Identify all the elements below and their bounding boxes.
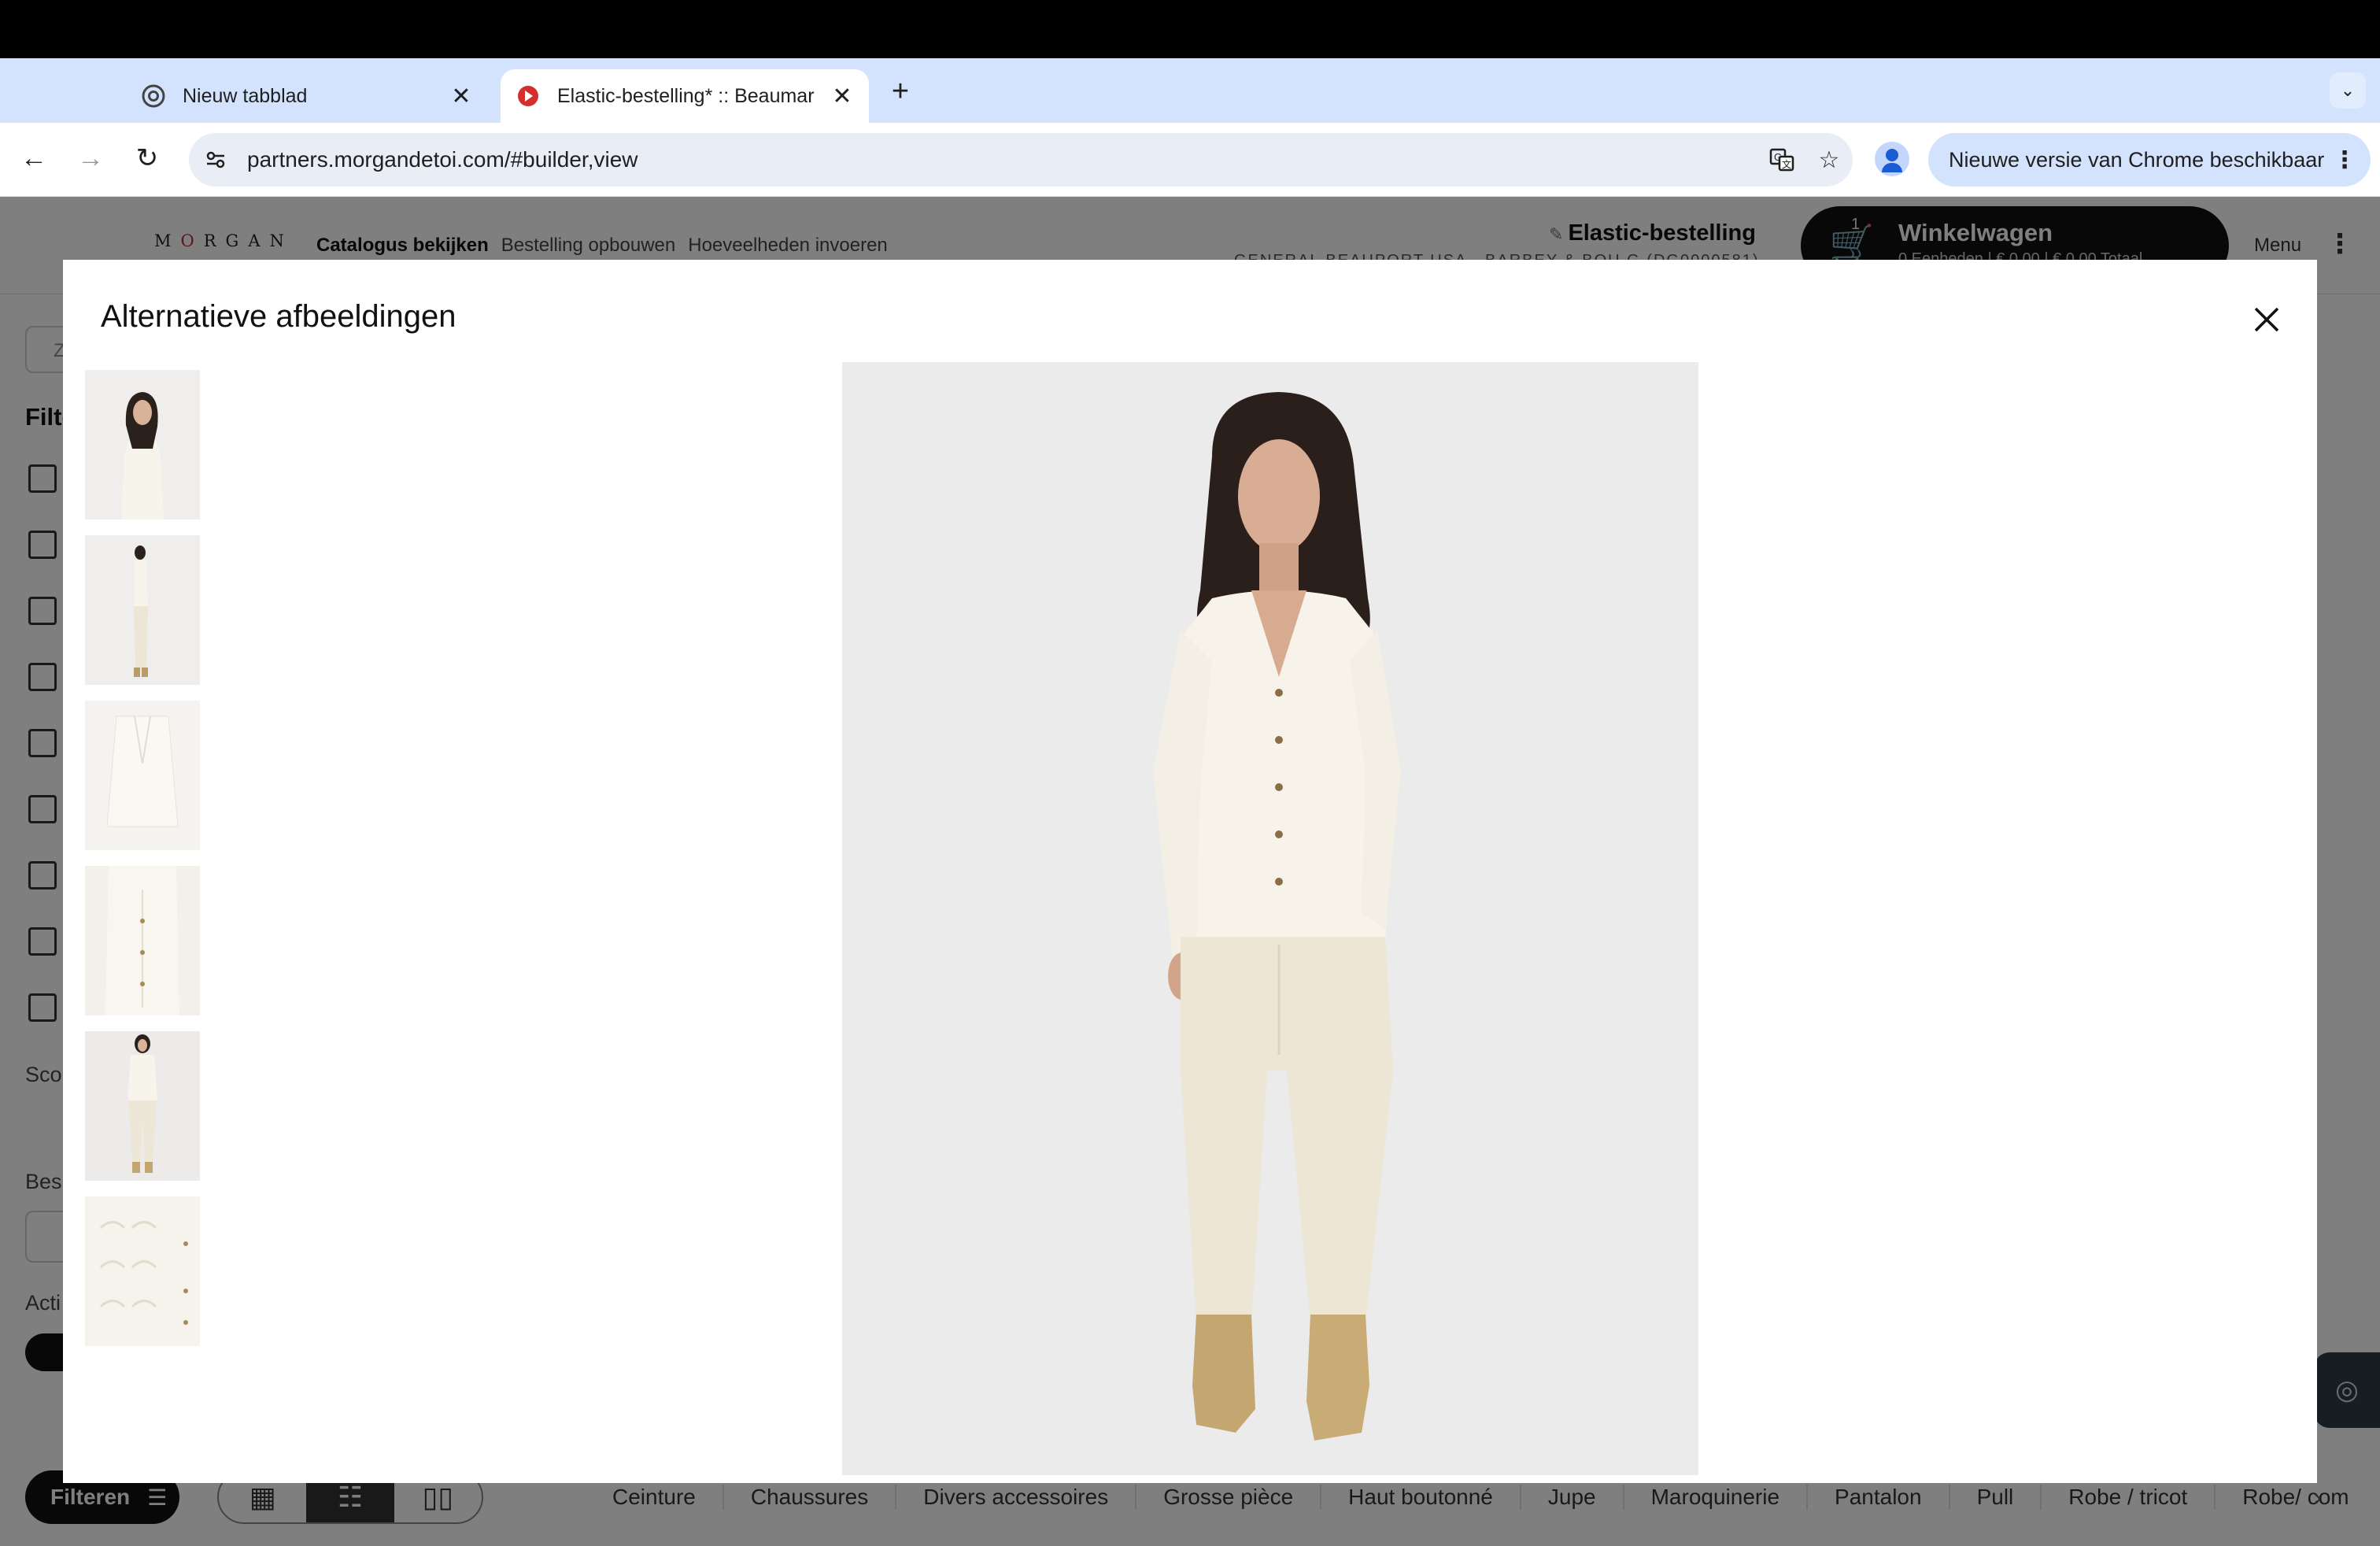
- modal-title: Alternatieve afbeeldingen: [101, 299, 456, 334]
- tab-close-icon[interactable]: ✕: [826, 80, 858, 112]
- alternative-images-modal: Alternatieve afbeeldingen: [63, 260, 2317, 1483]
- browser-toolbar: ← → ↻ partners.morgandetoi.com/#builder,…: [0, 123, 2380, 197]
- chrome-icon: [142, 84, 165, 108]
- tab-elastic-bestelling[interactable]: Elastic-bestelling* :: Beaumar ✕: [501, 69, 869, 123]
- chrome-update-button[interactable]: Nieuwe versie van Chrome beschikbaar ⋮: [1928, 133, 2371, 187]
- thumbnail-list: [85, 370, 201, 1362]
- reload-icon[interactable]: ↻: [128, 139, 167, 178]
- thumbnail-front-portrait[interactable]: [85, 370, 200, 520]
- tab-title: Nieuw tabblad: [183, 84, 308, 107]
- address-bar[interactable]: partners.morgandetoi.com/#builder,view G…: [189, 133, 1853, 187]
- thumbnail-full-length-front[interactable]: [85, 1031, 200, 1181]
- thumbnail-knit-detail[interactable]: [85, 866, 200, 1015]
- svg-text:文: 文: [1782, 158, 1791, 170]
- thumbnail-knit-closeup[interactable]: [85, 1196, 200, 1346]
- tab-title: Elastic-bestelling* :: Beaumar: [557, 84, 815, 107]
- tab-close-icon[interactable]: ✕: [445, 80, 477, 112]
- profile-avatar-icon[interactable]: [1875, 142, 1909, 176]
- main-product-image: [842, 362, 1698, 1475]
- tab-nieuw-tabblad[interactable]: Nieuw tabblad ✕: [126, 69, 488, 123]
- site-favicon-icon: [516, 84, 540, 108]
- tab-strip: Nieuw tabblad ✕ Elastic-bestelling* :: B…: [0, 58, 2380, 123]
- url-text[interactable]: partners.morgandetoi.com/#builder,view: [247, 147, 1758, 172]
- kebab-menu-icon[interactable]: ⋮: [2333, 146, 2356, 174]
- translate-icon[interactable]: G文: [1758, 136, 1805, 183]
- back-icon[interactable]: ←: [14, 139, 54, 178]
- site-settings-icon[interactable]: [189, 133, 242, 187]
- bookmark-star-icon[interactable]: ☆: [1805, 136, 1853, 183]
- close-icon[interactable]: [2241, 294, 2292, 345]
- forward-icon[interactable]: →: [71, 139, 110, 178]
- chevron-down-icon[interactable]: ⌄: [2330, 72, 2366, 109]
- os-top-bar: [0, 0, 2380, 58]
- update-label: Nieuwe versie van Chrome beschikbaar: [1949, 147, 2325, 172]
- thumbnail-full-length-side[interactable]: [85, 535, 200, 685]
- new-tab-icon[interactable]: +: [881, 72, 919, 110]
- thumbnail-product-flat[interactable]: [85, 701, 200, 850]
